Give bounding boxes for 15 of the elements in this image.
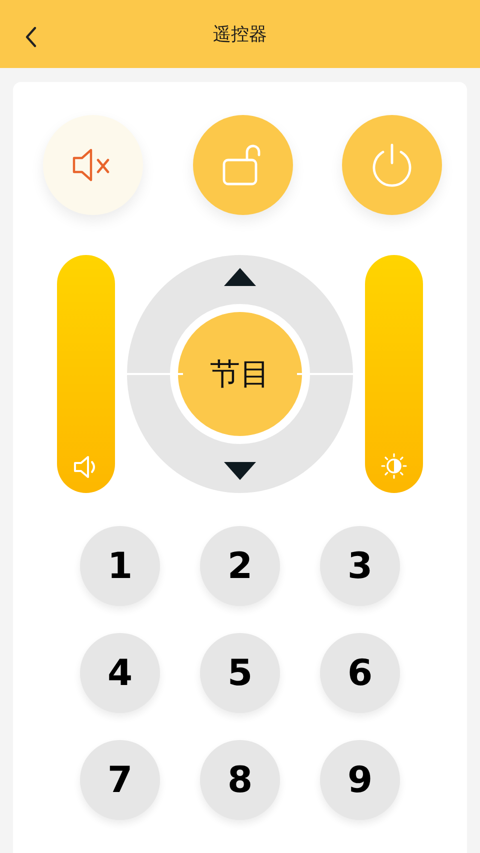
page-title: 遥控器 xyxy=(213,23,267,46)
number-key[interactable]: 5 xyxy=(200,633,280,713)
up-arrow-button[interactable] xyxy=(223,267,257,287)
number-key[interactable]: 7 xyxy=(80,740,160,820)
power-icon xyxy=(370,143,414,187)
number-key[interactable]: 6 xyxy=(320,633,400,713)
number-key[interactable]: 1 xyxy=(80,526,160,606)
number-key[interactable]: 4 xyxy=(80,633,160,713)
back-icon[interactable] xyxy=(25,26,37,48)
down-arrow-button[interactable] xyxy=(223,461,257,481)
number-key[interactable]: 2 xyxy=(200,526,280,606)
program-button[interactable]: 节目 xyxy=(170,304,310,444)
number-key[interactable]: 8 xyxy=(200,740,280,820)
number-key[interactable]: 3 xyxy=(320,526,400,606)
number-key[interactable]: 9 xyxy=(320,740,400,820)
